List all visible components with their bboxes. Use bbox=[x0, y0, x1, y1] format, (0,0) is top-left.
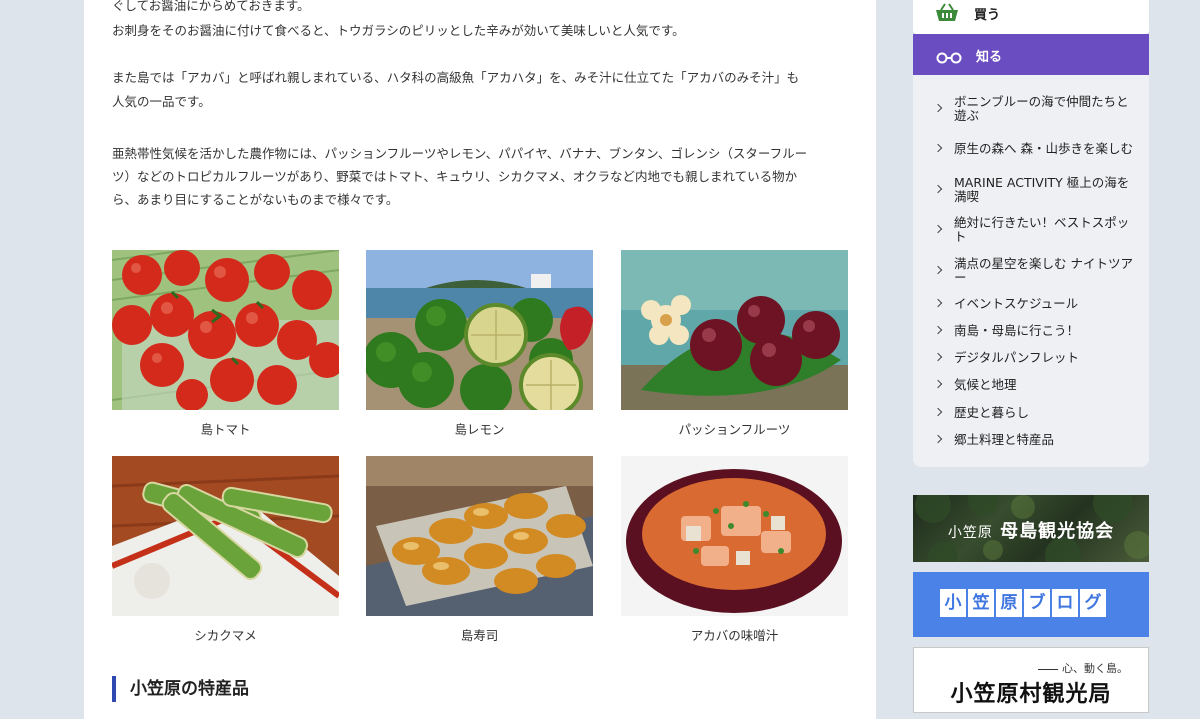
menu-item-label: イベントスケジュール bbox=[954, 296, 1079, 311]
village-tourism-banner[interactable]: 心、動く島。 小笠原村観光局 bbox=[913, 647, 1149, 713]
buy-menu-item[interactable]: 買う bbox=[913, 0, 1149, 34]
blog-char: ロ bbox=[1052, 589, 1078, 617]
section-heading: 小笠原の特産品 bbox=[112, 676, 249, 702]
photo-card-tomato: 島トマト bbox=[112, 250, 339, 438]
chevron-right-icon bbox=[933, 325, 943, 335]
blog-title: 小 笠 原 ブ ロ グ bbox=[940, 589, 1106, 617]
chevron-right-icon bbox=[933, 298, 943, 308]
misosoup-photo bbox=[621, 456, 848, 616]
photo-caption: 島レモン bbox=[454, 422, 505, 437]
photo-card-wingedbean: シカクマメ bbox=[112, 456, 339, 644]
main-content: ぐしてお醤油にからめておきます。 お刺身をそのお醤油に付けて食べると、トウガラシ… bbox=[84, 0, 876, 719]
chevron-right-icon bbox=[933, 352, 943, 362]
menu-item-minamijima[interactable]: 南島・母島に行こう！ bbox=[933, 322, 1135, 340]
know-submenu: ボニンブルーの海で仲間たちと遊ぶ 原生の森へ 森・山歩きを楽しむ MARINE … bbox=[913, 75, 1149, 467]
chevron-right-icon bbox=[933, 184, 943, 194]
menu-item-history[interactable]: 歴史と暮らし bbox=[933, 404, 1135, 422]
banner-text: 小笠原 母島観光協会 bbox=[913, 517, 1149, 543]
photo-caption: 島寿司 bbox=[460, 628, 499, 643]
blog-char: ブ bbox=[1024, 589, 1050, 617]
photo-card-passionfruit: パッションフルーツ bbox=[621, 250, 848, 438]
menu-item-label: 原生の森へ 森・山歩きを楽しむ bbox=[954, 141, 1133, 156]
know-menu-header[interactable]: 知る bbox=[913, 34, 1149, 75]
chevron-right-icon bbox=[933, 265, 943, 275]
paragraph-line: また島では「アカバ」と呼ばれ親しまれている、ハタ科の高級魚「アカハタ」を、みそ汁… bbox=[112, 70, 800, 85]
buy-label: 買う bbox=[974, 8, 1001, 23]
passionfruit-photo bbox=[621, 250, 848, 410]
menu-item-night-tour[interactable]: 満点の星空を楽しむ ナイトツアー bbox=[933, 255, 1135, 287]
blog-char: グ bbox=[1080, 589, 1106, 617]
menu-item-event-schedule[interactable]: イベントスケジュール bbox=[933, 295, 1135, 313]
chevron-right-icon bbox=[933, 224, 943, 234]
menu-item-label: 絶対に行きたい！ベストスポット bbox=[954, 215, 1130, 244]
ogasawara-blog-banner[interactable]: 小 笠 原 ブ ロ グ bbox=[913, 572, 1149, 637]
blog-char: 笠 bbox=[968, 589, 994, 617]
wingedbean-photo bbox=[112, 456, 339, 616]
know-label: 知る bbox=[976, 50, 1003, 65]
blog-char: 小 bbox=[940, 589, 966, 617]
sushi-photo bbox=[366, 456, 593, 616]
paragraph-line: ツ）などのトロピカルフルーツがあり、野菜ではトマト、キュウリ、シカクマメ、オクラ… bbox=[112, 169, 798, 184]
banner-tagline: 心、動く島。 bbox=[1062, 662, 1128, 675]
banner-title: 母島観光協会 bbox=[1000, 521, 1115, 542]
photo-card-lemon: 島レモン bbox=[366, 250, 593, 438]
paragraph-line: お刺身をそのお醤油に付けて食べると、トウガラシのピリッとした辛みが効いて美味しい… bbox=[112, 23, 685, 38]
glasses-icon bbox=[936, 49, 962, 68]
chevron-right-icon bbox=[933, 434, 943, 444]
chevron-right-icon bbox=[933, 143, 943, 153]
menu-item-label: 気候と地理 bbox=[954, 377, 1017, 392]
menu-item-climate[interactable]: 気候と地理 bbox=[933, 376, 1135, 394]
chevron-right-icon bbox=[933, 407, 943, 417]
banner-title: 小笠原村観光局 bbox=[950, 682, 1112, 707]
photo-caption: シカクマメ bbox=[194, 628, 257, 643]
menu-item-best-spot[interactable]: 絶対に行きたい！ベストスポット bbox=[933, 214, 1135, 246]
photo-caption: 島トマト bbox=[200, 422, 251, 437]
menu-item-forest[interactable]: 原生の森へ 森・山歩きを楽しむ bbox=[933, 133, 1135, 165]
paragraph-line: ら、あまり目にすることがないものまで様々です。 bbox=[112, 192, 399, 207]
chevron-right-icon bbox=[933, 379, 943, 389]
basket-icon bbox=[935, 2, 959, 26]
menu-item-label: ボニンブルーの海で仲間たちと遊ぶ bbox=[954, 94, 1129, 123]
menu-item-label: 南島・母島に行こう！ bbox=[954, 323, 1080, 338]
menu-item-label: 満点の星空を楽しむ ナイトツアー bbox=[954, 256, 1133, 285]
menu-item-marine-activity[interactable]: MARINE ACTIVITY 極上の海を満喫 bbox=[933, 174, 1135, 206]
menu-item-local-cuisine[interactable]: 郷土料理と特産品 bbox=[933, 431, 1135, 449]
chevron-right-icon bbox=[933, 103, 943, 113]
hahajima-tourism-banner[interactable]: 小笠原 母島観光協会 bbox=[913, 495, 1149, 562]
menu-item-label: MARINE ACTIVITY 極上の海を満喫 bbox=[954, 175, 1130, 204]
dash-divider bbox=[1038, 668, 1058, 670]
photo-card-misosoup: アカバの味噌汁 bbox=[621, 456, 848, 644]
menu-item-digital-pamphlet[interactable]: デジタルパンフレット bbox=[933, 349, 1135, 367]
lemon-photo bbox=[366, 250, 593, 410]
blog-char: 原 bbox=[996, 589, 1022, 617]
paragraph-line: ぐしてお醤油にからめておきます。 bbox=[112, 0, 310, 13]
banner-tagline-wrap: 心、動く島。 bbox=[1038, 660, 1128, 676]
photo-caption: アカバの味噌汁 bbox=[690, 628, 779, 643]
paragraph-line: 人気の一品です。 bbox=[112, 94, 211, 109]
photo-card-sushi: 島寿司 bbox=[366, 456, 593, 644]
paragraph-line: 亜熱帯性気候を活かした農作物には、パッションフルーツやレモン、パパイヤ、バナナ、… bbox=[112, 146, 808, 161]
banner-prefix: 小笠原 bbox=[947, 525, 993, 541]
menu-item-label: 郷土料理と特産品 bbox=[954, 432, 1055, 447]
menu-item-label: デジタルパンフレット bbox=[954, 350, 1080, 365]
photo-caption: パッションフルーツ bbox=[678, 422, 791, 437]
menu-item-bonin-blue[interactable]: ボニンブルーの海で仲間たちと遊ぶ bbox=[933, 93, 1135, 125]
tomato-photo bbox=[112, 250, 339, 410]
menu-item-label: 歴史と暮らし bbox=[954, 405, 1030, 420]
